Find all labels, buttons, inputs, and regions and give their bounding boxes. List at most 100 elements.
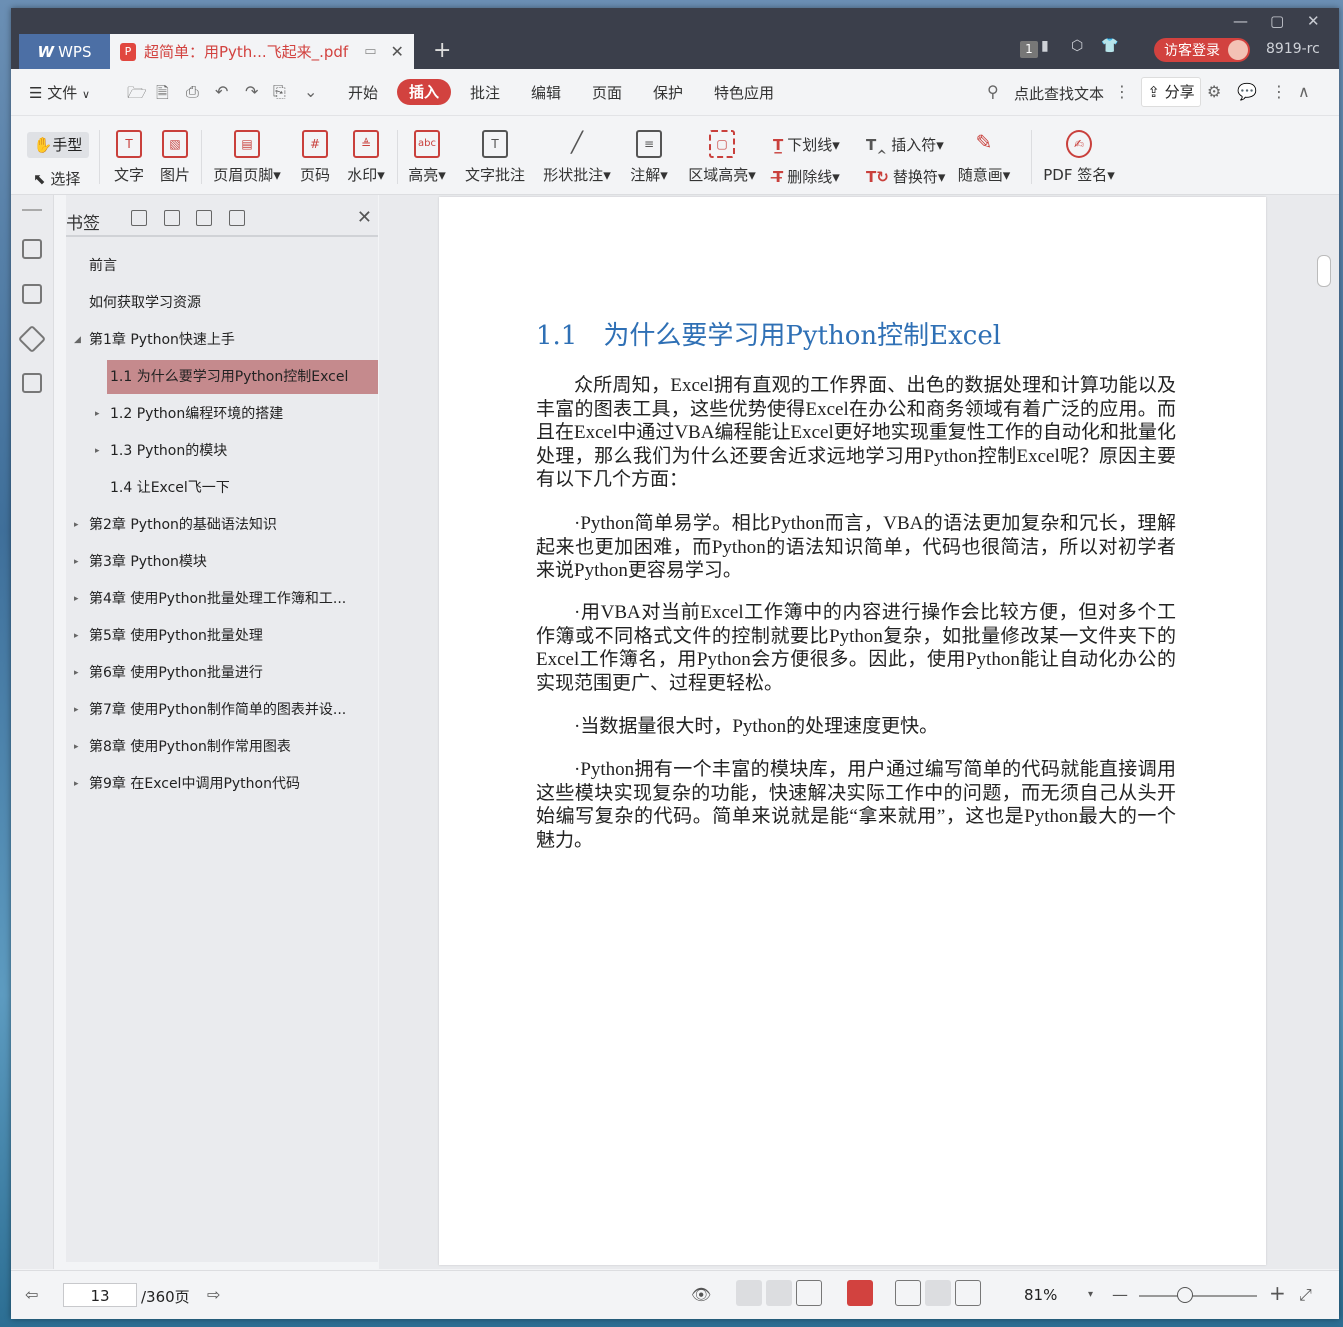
document-viewport[interactable]: 1.1 为什么要学习用Python控制Excel 众所周知，Excel拥有直观的工… [379, 195, 1339, 1287]
expand-arrow-icon[interactable]: ▸ [74, 545, 79, 579]
zoom-dropdown-icon[interactable]: ▾ [1088, 1289, 1093, 1300]
bookmark-item[interactable]: ◢ 第1章 Python快速上手 [66, 323, 378, 357]
bookmark-item[interactable]: ▸ 1.3 Python的模块 [66, 434, 378, 468]
underline-button[interactable]: T̲ 下划线▾ [773, 134, 840, 155]
zoom-slider-handle[interactable] [1177, 1287, 1193, 1303]
bookmark-item[interactable]: 如何获取学习资源 [66, 286, 378, 320]
workspace-icon[interactable]: ⬡ [1071, 38, 1083, 54]
search-icon[interactable]: ⚲ [987, 82, 999, 101]
select-tool-button[interactable]: ⬉ 选择 [33, 168, 80, 189]
page-number-input[interactable]: 13 [63, 1283, 137, 1307]
bookmark-item[interactable]: ▸ 第6章 使用Python批量进行 [66, 656, 378, 690]
single-page-view-icon[interactable] [766, 1280, 792, 1306]
thumbnail-icon[interactable] [22, 284, 42, 304]
bookmark-item[interactable]: ▸ 第9章 在Excel中调用Python代码 [66, 767, 378, 801]
fit-width-icon[interactable] [955, 1280, 981, 1306]
zoom-in-icon[interactable]: + [1269, 1281, 1286, 1305]
share-button[interactable]: ⇪ 分享 [1141, 77, 1201, 107]
zoom-level[interactable]: 81% [1024, 1286, 1057, 1304]
add-bookmark-icon[interactable] [196, 210, 212, 226]
menu-edit[interactable]: 编辑 [531, 82, 561, 103]
header-footer-button[interactable]: ▤ 页眉页脚▾ [212, 130, 282, 185]
insert-image-button[interactable]: ▧ 图片 [160, 130, 190, 185]
replace-mark-button[interactable]: T↻ 替换符▾ [866, 166, 945, 187]
redo-icon[interactable]: ↷ [245, 82, 258, 101]
freehand-button[interactable]: ✎ 随意画▾ [955, 130, 1013, 185]
vertical-scrollbar[interactable] [1317, 255, 1331, 287]
open-icon[interactable]: 🗁 [127, 82, 147, 109]
expand-all-icon[interactable] [131, 210, 147, 226]
hand-tool-button[interactable]: ✋手型 [27, 132, 89, 158]
next-page-icon[interactable]: ⇨ [207, 1285, 220, 1304]
zoom-out-icon[interactable]: — [1112, 1285, 1128, 1304]
menu-start[interactable]: 开始 [348, 82, 378, 103]
collapse-arrow-icon[interactable]: ◢ [74, 323, 81, 357]
expand-arrow-icon[interactable]: ▸ [74, 656, 79, 690]
bookmark-item[interactable]: ▸ 第3章 Python模块 [66, 545, 378, 579]
expand-arrow-icon[interactable]: ▸ [74, 619, 79, 653]
bookmark-item[interactable]: 1.4 让Excel飞一下 [66, 471, 378, 505]
menu-comment[interactable]: 批注 [470, 82, 500, 103]
pdf-sign-button[interactable]: ✍ PDF 签名▾ [1043, 130, 1115, 185]
strikethrough-button[interactable]: T̶ 删除线▾ [773, 166, 840, 187]
login-button[interactable]: 访客登录 [1154, 38, 1250, 62]
file-menu[interactable]: ☰ 文件 ∨ [29, 82, 90, 103]
skin-icon[interactable]: 👕 [1101, 38, 1118, 54]
menu-special[interactable]: 特色应用 [714, 82, 774, 103]
watermark-button[interactable]: ≜ 水印▾ [346, 130, 386, 185]
insert-mark-button[interactable]: T‸ 插入符▾ [866, 134, 944, 155]
signature-panel-icon[interactable] [22, 373, 42, 393]
export-icon[interactable]: ⎘ [273, 82, 286, 102]
more-quick-icon[interactable]: ⌄ [304, 82, 317, 101]
menu-insert[interactable]: 插入 [397, 79, 451, 105]
bookmark-item[interactable]: ▸ 第4章 使用Python批量处理工作簿和工... [66, 582, 378, 616]
pin-icon[interactable]: ▭ [364, 44, 376, 59]
document-tab[interactable]: P 超简单：用Pyth...飞起来_.pdf ▭ ✕ [110, 34, 414, 69]
maximize-icon[interactable]: ▢ [1270, 12, 1284, 30]
bookmark-item[interactable]: ▸ 第7章 使用Python制作简单的图表并设... [66, 693, 378, 727]
tag-icon[interactable] [17, 324, 47, 354]
window-count-badge[interactable]: 1 [1020, 41, 1038, 58]
annotation-button[interactable]: ≡ 注解▾ [628, 130, 670, 185]
find-text-button[interactable]: 点此查找文本 [1014, 83, 1104, 104]
menu-page[interactable]: 页面 [592, 82, 622, 103]
collapse-ribbon-icon[interactable]: ∧ [1298, 82, 1310, 101]
bookmark-list-icon[interactable] [22, 239, 42, 259]
undo-icon[interactable]: ↶ [215, 82, 228, 101]
close-panel-icon[interactable]: ✕ [357, 207, 372, 228]
more-vertical-icon[interactable]: ⋮ [1114, 82, 1130, 101]
tabs-list-icon[interactable]: ▮ [1041, 38, 1049, 54]
bookmark-item[interactable]: ▸ 第5章 使用Python批量处理 [66, 619, 378, 653]
expand-arrow-icon[interactable]: ▸ [74, 730, 79, 764]
page-number-button[interactable]: # 页码 [300, 130, 330, 185]
expand-arrow-icon[interactable]: ▸ [74, 582, 79, 616]
bookmark-item[interactable]: 前言 [66, 249, 378, 283]
insert-text-button[interactable]: T 文字 [114, 130, 144, 185]
minimize-icon[interactable]: — [1233, 12, 1248, 30]
settings-icon[interactable]: ⚙ [1207, 82, 1221, 101]
close-window-icon[interactable]: ✕ [1307, 12, 1320, 30]
expand-arrow-icon[interactable]: ▸ [95, 434, 100, 468]
zoom-slider[interactable] [1139, 1295, 1257, 1297]
more-options-icon[interactable]: ⋮ [1271, 82, 1287, 101]
close-tab-icon[interactable]: ✕ [391, 42, 404, 61]
expand-arrow-icon[interactable]: ▸ [95, 397, 100, 431]
new-tab-icon[interactable]: + [433, 38, 451, 63]
bookmark-item[interactable]: 1.1 为什么要学习用Python控制Excel [107, 360, 378, 394]
fit-page-icon[interactable] [925, 1280, 951, 1306]
eye-protection-icon[interactable]: 👁 [691, 1285, 711, 1304]
bookmark-settings-icon[interactable] [229, 210, 245, 226]
menu-protect[interactable]: 保护 [653, 82, 683, 103]
collapse-all-icon[interactable] [164, 210, 180, 226]
highlight-button[interactable]: abc 高亮▾ [407, 130, 447, 185]
expand-arrow-icon[interactable]: ▸ [74, 508, 79, 542]
bookmark-item[interactable]: ▸ 第2章 Python的基础语法知识 [66, 508, 378, 542]
save-icon[interactable]: 🗎 [156, 82, 169, 109]
chat-icon[interactable]: 💬 [1237, 82, 1257, 101]
expand-arrow-icon[interactable]: ▸ [74, 767, 79, 801]
continuous-view-icon[interactable] [736, 1280, 762, 1306]
two-page-view-icon[interactable] [796, 1280, 822, 1306]
wps-home-tab[interactable]: W WPS [19, 34, 110, 69]
area-highlight-button[interactable]: ▢ 区域高亮▾ [687, 130, 757, 185]
bookmark-item[interactable]: ▸ 第8章 使用Python制作常用图表 [66, 730, 378, 764]
